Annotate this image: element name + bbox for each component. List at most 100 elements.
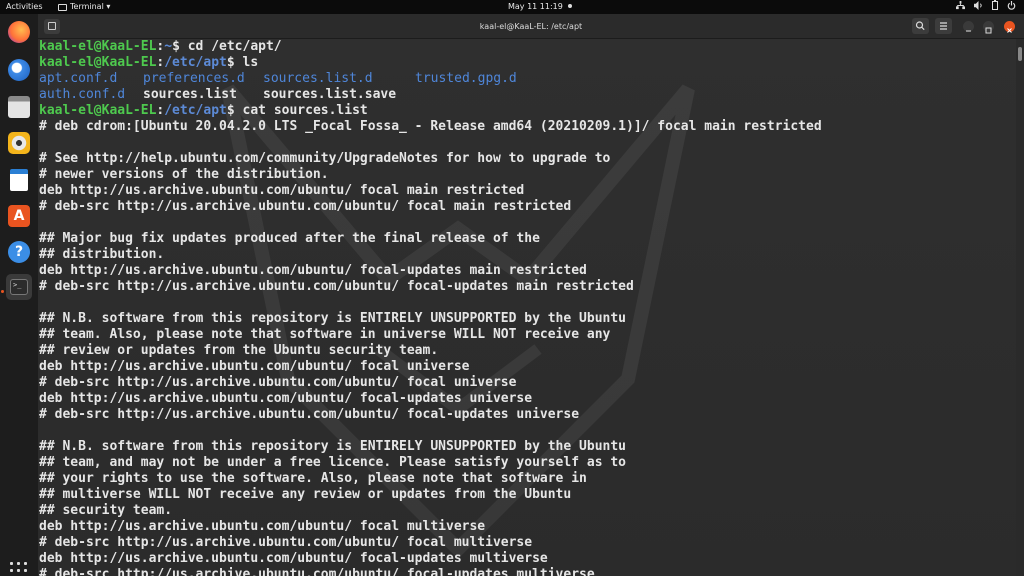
app-menu[interactable]: Terminal ▾ [58, 0, 110, 14]
terminal-line: # deb-src http://us.archive.ubuntu.com/u… [39, 199, 822, 215]
title-bar[interactable]: kaal-el@KaaL-EL: /etc/apt [38, 14, 1024, 39]
prompt-command: $ cat sources.list [226, 103, 368, 118]
close-button[interactable] [1004, 21, 1015, 33]
terminal-line: ## multiverse WILL NOT receive any revie… [39, 487, 822, 503]
libreoffice-writer-icon [10, 169, 28, 191]
terminal-line: # deb-src http://us.archive.ubuntu.com/u… [39, 535, 822, 551]
terminal-line: # deb cdrom:[Ubuntu 20.04.2.0 LTS _Focal… [39, 119, 822, 135]
prompt-command: $ cd /etc/apt/ [172, 39, 282, 54]
terminal-line: ## distribution. [39, 247, 822, 263]
terminal-line: # deb-src http://us.archive.ubuntu.com/u… [39, 279, 822, 295]
dock-files[interactable] [6, 94, 32, 120]
power-icon [1007, 0, 1016, 10]
output-text: ## multiverse WILL NOT receive any revie… [39, 487, 572, 502]
maximize-button[interactable] [983, 21, 994, 34]
output-text: # deb-src http://us.archive.ubuntu.com/u… [39, 279, 634, 294]
terminal-line: # deb-src http://us.archive.ubuntu.com/u… [39, 567, 822, 576]
terminal-output[interactable]: kaal-el@KaaL-EL:~$ cd /etc/apt/kaal-el@K… [38, 39, 1016, 576]
output-text: # deb-src http://us.archive.ubuntu.com/u… [39, 199, 572, 214]
help-icon: ? [8, 241, 30, 263]
output-text: deb http://us.archive.ubuntu.com/ubuntu/… [39, 391, 533, 406]
thunderbird-icon [8, 59, 30, 81]
terminal-line: # newer versions of the distribution. [39, 167, 822, 183]
ls-dir-entry: trusted.gpg.d [415, 71, 517, 86]
menu-button[interactable] [935, 18, 952, 34]
dock-ubuntu-software[interactable]: A [6, 203, 32, 229]
terminal-line: # deb-src http://us.archive.ubuntu.com/u… [39, 407, 822, 423]
running-indicator-icon [1, 290, 4, 293]
output-text: # deb-src http://us.archive.ubuntu.com/u… [39, 535, 533, 550]
search-button[interactable] [912, 18, 929, 34]
output-text: # newer versions of the distribution. [39, 167, 329, 182]
terminal-line: # deb-src http://us.archive.ubuntu.com/u… [39, 375, 822, 391]
prompt-path: /etc/apt [164, 55, 227, 70]
terminal-line: deb http://us.archive.ubuntu.com/ubuntu/… [39, 183, 822, 199]
ls-file-entry: sources.list.save [263, 87, 397, 102]
prompt-path: ~ [164, 39, 173, 54]
prompt-user: kaal-el@KaaL-EL [39, 103, 157, 118]
terminal-line: ## review or updates from the Ubuntu sec… [39, 343, 822, 359]
dock-terminal[interactable]: >_ [6, 274, 32, 300]
dock-writer[interactable] [6, 167, 32, 193]
terminal-line: ## N.B. software from this repository is… [39, 311, 822, 327]
system-tray[interactable] [956, 0, 1016, 10]
rhythmbox-icon [8, 132, 30, 154]
output-text: ## N.B. software from this repository is… [39, 311, 626, 326]
terminal-line: deb http://us.archive.ubuntu.com/ubuntu/… [39, 359, 822, 375]
ls-dir-entry: apt.conf.d [39, 71, 118, 86]
terminal-line: deb http://us.archive.ubuntu.com/ubuntu/… [39, 519, 822, 535]
terminal-line: ## Major bug fix updates produced after … [39, 231, 822, 247]
terminal-line: ## team, and may not be under a free lic… [39, 455, 822, 471]
output-text: ## Major bug fix updates produced after … [39, 231, 540, 246]
show-applications-button[interactable] [10, 562, 28, 576]
terminal-line: ## your rights to use the software. Also… [39, 471, 822, 487]
terminal-lines: kaal-el@KaaL-EL:~$ cd /etc/apt/kaal-el@K… [39, 39, 822, 576]
output-text: deb http://us.archive.ubuntu.com/ubuntu/… [39, 519, 486, 534]
ls-dir-entry: sources.list.d [263, 71, 373, 86]
output-text: # deb-src http://us.archive.ubuntu.com/u… [39, 375, 517, 390]
dock-rhythmbox[interactable] [6, 130, 32, 156]
dock-thunderbird[interactable] [6, 57, 32, 83]
minimize-button[interactable] [963, 21, 974, 32]
top-bar: Activities Terminal ▾ May 11 11:19 [0, 0, 1024, 14]
output-text: ## your rights to use the software. Also… [39, 471, 587, 486]
output-text: deb http://us.archive.ubuntu.com/ubuntu/… [39, 359, 470, 374]
output-text: # deb-src http://us.archive.ubuntu.com/u… [39, 407, 580, 422]
activities-button[interactable]: Activities [6, 0, 43, 14]
terminal-window: kaal-el@KaaL-EL: /etc/apt kaal-el@KaaL-E… [38, 14, 1024, 576]
clock[interactable]: May 11 11:19 [508, 0, 572, 14]
terminal-line: # See http://help.ubuntu.com/community/U… [39, 151, 822, 167]
output-text: ## team, and may not be under a free lic… [39, 455, 626, 470]
output-text: deb http://us.archive.ubuntu.com/ubuntu/… [39, 551, 548, 566]
minimize-icon [966, 30, 971, 32]
prompt-path: /etc/apt [164, 103, 227, 118]
prompt-user: kaal-el@KaaL-EL [39, 55, 157, 70]
terminal-line: kaal-el@KaaL-EL:/etc/apt$ ls [39, 55, 822, 71]
terminal-line: auth.conf.d sources.list sources.list.save [39, 87, 822, 103]
terminal-line: apt.conf.d preferences.d sources.list.d tru… [39, 71, 822, 87]
scrollbar[interactable] [1016, 39, 1024, 576]
dock-firefox[interactable] [6, 19, 32, 45]
terminal-line: ## security team. [39, 503, 822, 519]
window-title: kaal-el@KaaL-EL: /etc/apt [479, 22, 583, 31]
files-icon [8, 96, 30, 118]
hamburger-menu-icon [940, 22, 947, 30]
ubuntu-software-icon: A [8, 205, 30, 227]
search-icon [915, 21, 925, 31]
scrollbar-thumb[interactable] [1018, 47, 1022, 61]
prompt-command: $ ls [226, 55, 259, 70]
output-text: ## review or updates from the Ubuntu sec… [39, 343, 439, 358]
ls-file-entry: sources.list [143, 87, 237, 102]
ls-dir-entry: preferences.d [143, 71, 245, 86]
output-text: ## team. Also, please note that software… [39, 327, 611, 342]
output-text: # See http://help.ubuntu.com/community/U… [39, 151, 611, 166]
dock-help[interactable]: ? [6, 239, 32, 265]
output-text: ## N.B. software from this repository is… [39, 439, 626, 454]
battery-icon [992, 0, 998, 10]
terminal-line: ## team. Also, please note that software… [39, 327, 822, 343]
volume-icon [974, 0, 982, 10]
